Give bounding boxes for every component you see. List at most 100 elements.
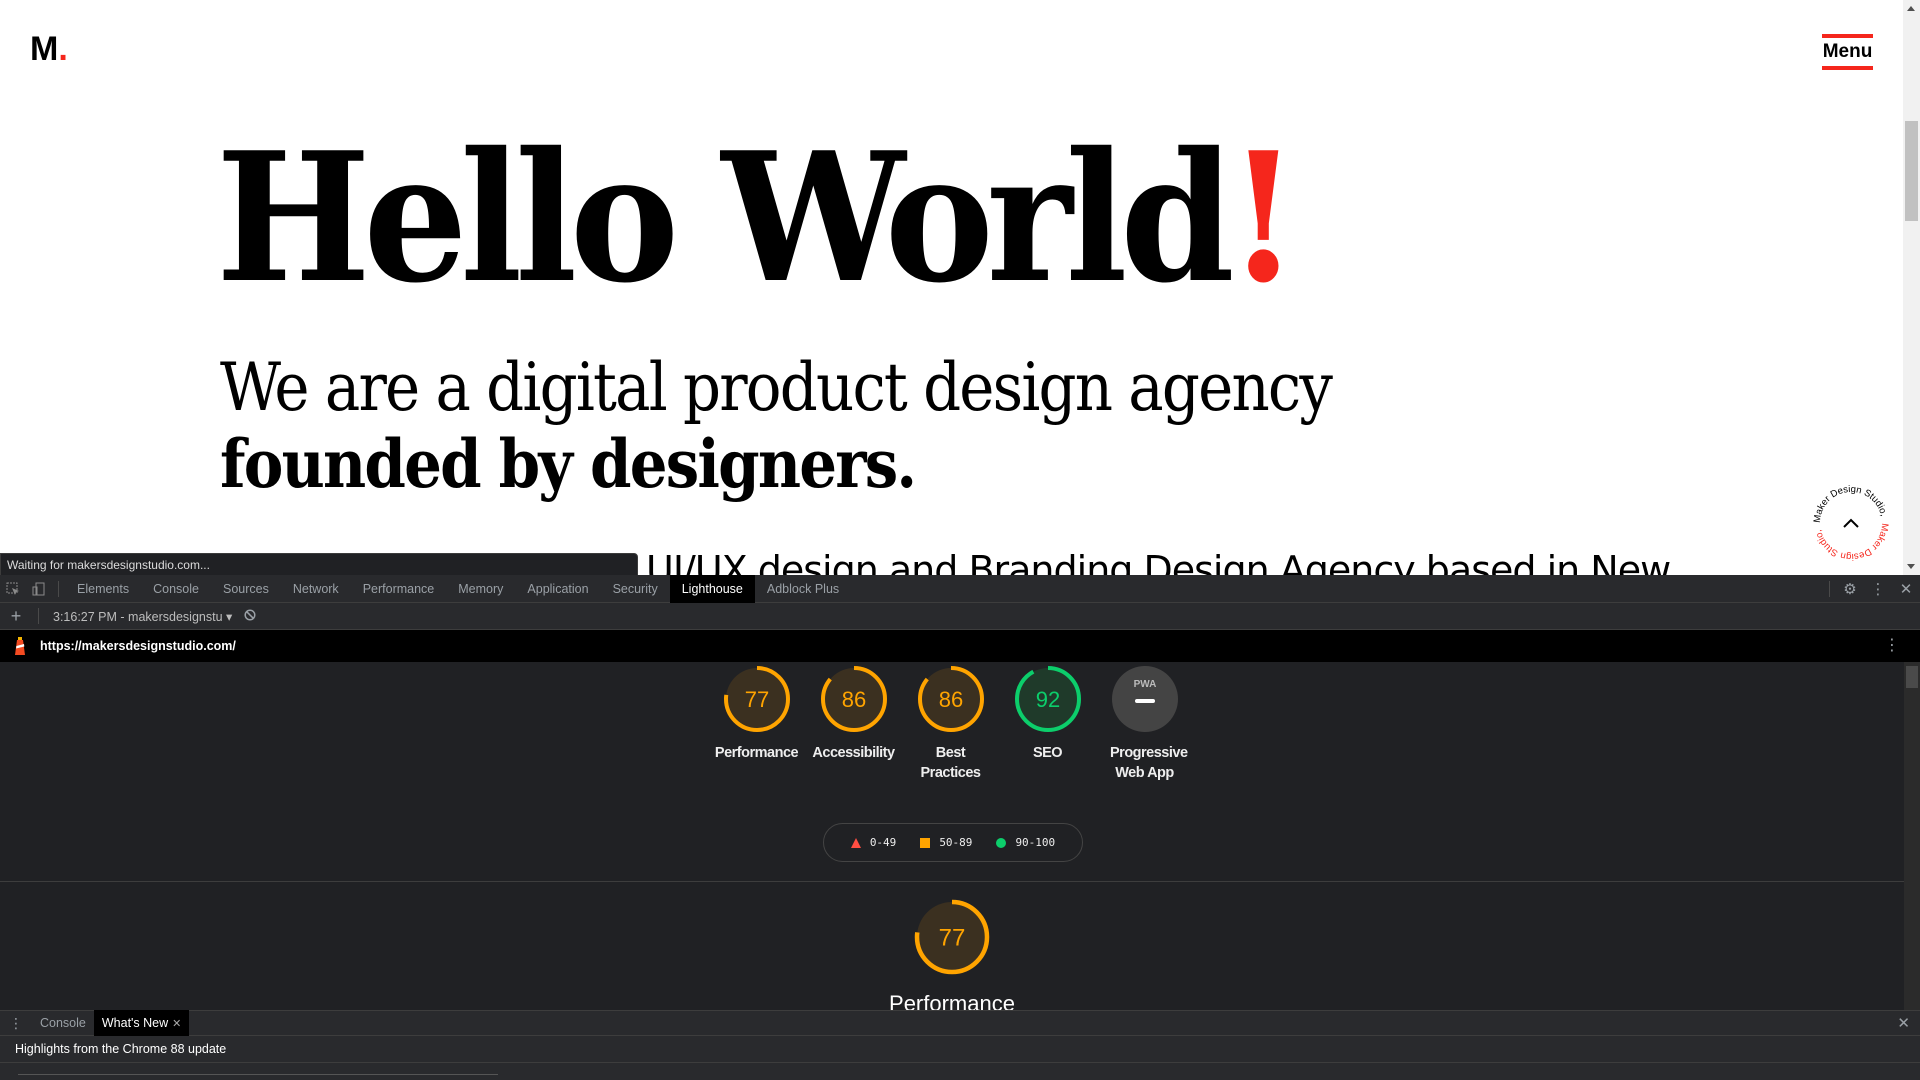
tab-memory[interactable]: Memory bbox=[446, 575, 515, 603]
tab-application[interactable]: Application bbox=[515, 575, 600, 603]
block-icon[interactable] bbox=[240, 608, 260, 624]
devtools-tabs: Elements Console Sources Network Performance… bbox=[65, 574, 851, 603]
hero-subtitle-line2: founded by designers. bbox=[220, 425, 917, 503]
gauge-label: SEO bbox=[1032, 745, 1063, 761]
more-options-icon[interactable]: ⋮ bbox=[1864, 575, 1892, 603]
tab-adblock-plus[interactable]: Adblock Plus bbox=[755, 575, 851, 603]
badge-text-red: Maker Design Studio, bbox=[1813, 523, 1890, 562]
close-drawer-icon[interactable]: ✕ bbox=[1897, 1014, 1910, 1032]
tab-elements[interactable]: Elements bbox=[65, 575, 141, 603]
hero-title-text: Hello World bbox=[216, 113, 1235, 322]
devtools-actions: ⚙ ⋮ ✕ bbox=[1823, 575, 1920, 603]
scroll-up-arrow-icon[interactable] bbox=[1907, 6, 1915, 11]
hero-subtitle-line1: We are a digital product design agency bbox=[220, 349, 1333, 426]
gauge-score: 86 bbox=[938, 687, 962, 712]
tab-lighthouse[interactable]: Lighthouse bbox=[669, 574, 755, 603]
plus-icon[interactable]: + bbox=[0, 606, 32, 627]
gauge-ring: 77 bbox=[723, 666, 790, 732]
tab-sources[interactable]: Sources bbox=[211, 575, 281, 603]
gauge-ring: 86 bbox=[917, 666, 984, 732]
gauge-score: 77 bbox=[744, 687, 768, 712]
gauge-label: Best Practices bbox=[920, 745, 982, 781]
drawer-tabbar: ⋮ Console What's New ✕ ✕ bbox=[0, 1010, 1920, 1036]
status-bubble: Waiting for makersdesignstudio.com... bbox=[0, 553, 638, 575]
legend-item-pass: 90-100 bbox=[996, 836, 1055, 849]
close-devtools-icon[interactable]: ✕ bbox=[1892, 575, 1920, 603]
gauge-ring: PWA bbox=[1111, 666, 1178, 732]
chevron-up-icon bbox=[1843, 518, 1859, 528]
gauge-score: 77 bbox=[939, 925, 966, 952]
gauge-label: Progressive Web App bbox=[1110, 745, 1188, 781]
logo-dot: . bbox=[58, 30, 68, 68]
gauge-seo[interactable]: 92 SEO bbox=[999, 665, 1096, 783]
lighthouse-toolbar: + 3:16:27 PM - makersdesignstu ▾ bbox=[0, 603, 1920, 630]
score-gauges: 77 Performance 86 Accessibility 86 Best Pract… bbox=[708, 665, 1193, 783]
pwa-na-dash bbox=[1134, 699, 1155, 703]
site-logo[interactable]: M. bbox=[30, 30, 68, 69]
gauge-progressive-web-app[interactable]: PWA Progressive Web App bbox=[1096, 665, 1193, 783]
toolbar-separator bbox=[38, 608, 39, 624]
scroll-down-arrow-icon[interactable] bbox=[1907, 564, 1915, 569]
settings-gear-icon[interactable]: ⚙ bbox=[1836, 575, 1864, 603]
whats-new-headline: Highlights from the Chrome 88 update bbox=[0, 1036, 1920, 1063]
page-scrollbar[interactable] bbox=[1903, 0, 1920, 575]
tab-security[interactable]: Security bbox=[601, 575, 670, 603]
lighthouse-report: 77 Performance 86 Accessibility 86 Best Pract… bbox=[0, 662, 1904, 1010]
performance-big-gauge: 77 bbox=[914, 899, 990, 975]
gauge-performance[interactable]: 77 Performance bbox=[708, 665, 805, 783]
triangle-icon bbox=[850, 837, 861, 848]
legend-range: 50-89 bbox=[939, 836, 973, 849]
square-icon bbox=[920, 837, 931, 848]
gauge-best-practices[interactable]: 86 Best Practices bbox=[902, 665, 999, 783]
legend-range: 90-100 bbox=[1015, 836, 1056, 849]
drawer-tab-console[interactable]: Console bbox=[32, 1010, 94, 1036]
legend-range: 0-49 bbox=[869, 836, 897, 849]
gauge-label: Accessibility bbox=[812, 745, 895, 761]
circular-text-badge: Maker Design Studio, Maker Design Studio… bbox=[1812, 484, 1890, 562]
whats-new-card bbox=[18, 1074, 498, 1080]
report-select[interactable]: 3:16:27 PM - makersdesignstu ▾ bbox=[45, 609, 240, 624]
tabbar-separator bbox=[58, 580, 59, 597]
gauge-score: 86 bbox=[841, 687, 865, 712]
gauge-ring: 92 bbox=[1014, 666, 1081, 732]
menu-button[interactable]: Menu bbox=[1822, 34, 1873, 70]
hero-tagline: UI/UX design and Branding Design Agency … bbox=[646, 548, 1671, 575]
page-scrollbar-thumb[interactable] bbox=[1905, 121, 1918, 221]
logo-letter: M bbox=[30, 30, 59, 68]
gauge-accessibility[interactable]: 86 Accessibility bbox=[805, 665, 902, 783]
drawer-tab-whats-new[interactable]: What's New ✕ bbox=[93, 1010, 190, 1036]
inspect-element-icon[interactable] bbox=[0, 575, 26, 603]
badge-text-dark: Maker Design Studio, bbox=[1812, 484, 1889, 523]
devtools-panel: Elements Console Sources Network Performance… bbox=[0, 574, 1920, 1080]
legend-item-fail: 0-49 bbox=[850, 836, 897, 849]
section-divider bbox=[0, 881, 1904, 882]
circle-icon bbox=[996, 837, 1007, 848]
actions-separator bbox=[1829, 581, 1830, 597]
performance-section-header: 77 Performance bbox=[889, 897, 1015, 1010]
score-legend: 0-49 50-89 90-100 bbox=[823, 823, 1083, 862]
report-menu-icon[interactable]: ⋮ bbox=[1884, 636, 1900, 656]
device-toolbar-icon[interactable] bbox=[26, 575, 52, 603]
gauge-ring: 86 bbox=[820, 666, 887, 732]
tab-console[interactable]: Console bbox=[141, 575, 211, 603]
website-viewport: M. Menu Hello World! We are a digital pr… bbox=[0, 0, 1920, 575]
tab-performance[interactable]: Performance bbox=[351, 575, 447, 603]
dropdown-arrow-icon: ▾ bbox=[226, 609, 233, 624]
hero-subtitle: We are a digital product design agency f… bbox=[220, 349, 1333, 503]
gauge-label: Performance bbox=[714, 745, 799, 761]
report-scrollbar[interactable] bbox=[1904, 662, 1920, 1010]
audited-url[interactable]: https://makersdesignstudio.com/ bbox=[40, 639, 236, 653]
lighthouse-url-bar: https://makersdesignstudio.com/ ⋮ bbox=[0, 630, 1920, 662]
pwa-icon: PWA bbox=[1133, 679, 1156, 690]
legend-item-average: 50-89 bbox=[920, 836, 972, 849]
devtools-tabbar: Elements Console Sources Network Performance… bbox=[0, 574, 1920, 603]
hero-title-accent: ! bbox=[1227, 113, 1299, 322]
gauge-score: 92 bbox=[1035, 687, 1059, 712]
report-scrollbar-thumb[interactable] bbox=[1906, 666, 1918, 688]
close-tab-icon[interactable]: ✕ bbox=[172, 1018, 181, 1030]
performance-section-title: Performance bbox=[889, 991, 1015, 1010]
tab-network[interactable]: Network bbox=[281, 575, 351, 603]
drawer-menu-icon[interactable]: ⋮ bbox=[0, 1015, 32, 1032]
lighthouse-logo-icon bbox=[0, 637, 40, 655]
scroll-to-top-badge[interactable]: Maker Design Studio, Maker Design Studio… bbox=[1810, 482, 1892, 564]
